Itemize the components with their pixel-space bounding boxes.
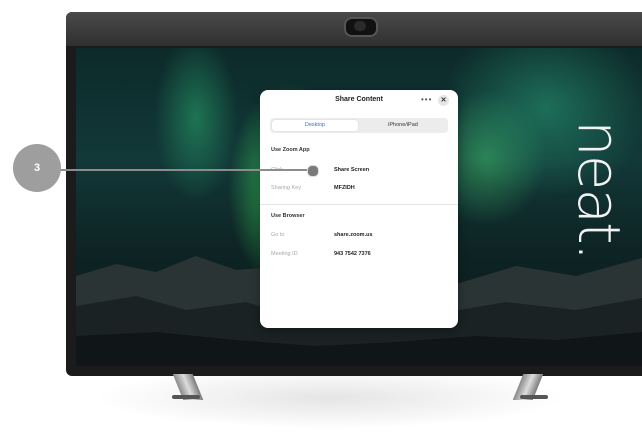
more-options-icon[interactable]: ••• xyxy=(421,95,432,104)
row-label-go-to: Go to xyxy=(271,232,285,238)
close-icon[interactable]: ✕ xyxy=(438,95,449,106)
callout-dot xyxy=(307,165,319,177)
platform-tabs: Desktop iPhone/iPad xyxy=(270,118,448,133)
floor-shadow xyxy=(100,368,560,428)
tab-desktop[interactable]: Desktop xyxy=(272,120,358,131)
stand-foot-right xyxy=(520,395,548,399)
row-value-share-screen: Share Screen xyxy=(334,167,370,173)
row-value-sharing-key: MFZIDH xyxy=(334,185,355,191)
tab-iphone-ipad[interactable]: iPhone/iPad xyxy=(360,120,446,131)
section-use-zoom-app: Use Zoom App xyxy=(271,147,310,153)
callout-badge: 3 xyxy=(13,144,61,192)
row-label-meeting-id: Meeting ID xyxy=(271,251,298,257)
stand-foot-left xyxy=(172,395,200,399)
section-use-browser: Use Browser xyxy=(271,213,305,219)
row-value-meeting-id: 943 7542 7376 xyxy=(334,251,371,257)
share-content-dialog: Share Content ••• ✕ Desktop iPhone/iPad … xyxy=(260,90,458,328)
neat-logo: neat. xyxy=(565,120,633,260)
camera-icon xyxy=(354,21,366,31)
row-value-url: share.zoom.us xyxy=(334,232,373,238)
callout-line xyxy=(38,169,313,171)
section-divider xyxy=(260,204,458,205)
row-label-sharing-key: Sharing Key xyxy=(271,185,301,191)
